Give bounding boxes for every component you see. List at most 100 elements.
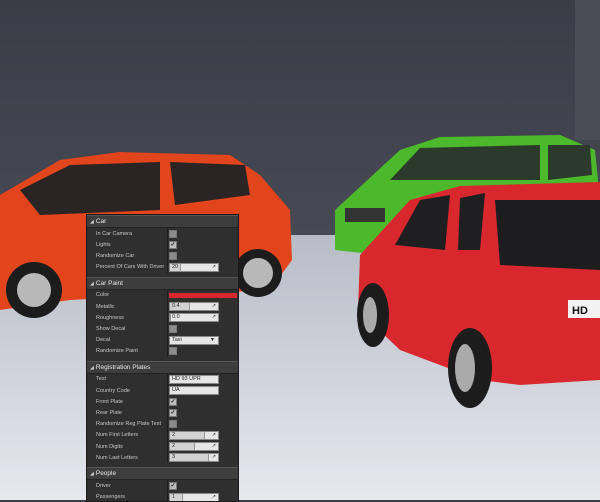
property-row-driver: Driver ✓ (87, 480, 238, 492)
number-slider-input[interactable]: 0.0 ↗ (169, 313, 219, 323)
section-title: Car Paint (95, 279, 123, 287)
column-divider[interactable] (167, 300, 168, 313)
property-label: Passengers (96, 494, 126, 501)
property-label: Percent Of Cars With Driver (96, 264, 165, 271)
column-divider[interactable] (167, 396, 168, 408)
section-title: People (95, 470, 117, 478)
collapse-triangle-icon[interactable]: ◢ (90, 365, 94, 371)
color-swatch[interactable] (169, 292, 237, 298)
collapse-triangle-icon[interactable]: ◢ (90, 219, 94, 225)
checkbox[interactable]: ✓ (169, 397, 177, 406)
column-divider[interactable] (167, 345, 168, 357)
property-row-num-digits: Num Digits 2 ↗ (87, 441, 238, 453)
number-value: 0.4 (172, 303, 180, 310)
number-value: 20 (172, 263, 179, 270)
property-label: Country Code (96, 387, 130, 394)
text-input[interactable]: UA (169, 386, 219, 396)
property-label: Show Decal (96, 325, 126, 332)
drag-arrows-icon[interactable]: ↗ (212, 264, 216, 271)
chevron-down-icon: ▼ (210, 336, 215, 343)
number-slider-input[interactable]: 1 ↗ (169, 492, 219, 501)
property-row-rear-plate: Rear Plate ✓ (87, 407, 238, 419)
property-label: In Car Camera (96, 230, 133, 237)
column-divider[interactable] (167, 250, 168, 262)
property-row-front-plate: Front Plate ✓ (87, 396, 238, 408)
collapse-triangle-icon[interactable]: ◢ (90, 471, 94, 477)
number-slider-input[interactable]: 20 ↗ (169, 262, 219, 272)
drag-arrows-icon[interactable]: ↗ (212, 303, 216, 310)
property-row-num-last-letters: Num Last Letters 3 ↗ (87, 452, 238, 464)
property-label: Metallic (96, 303, 115, 310)
number-value: 3 (172, 454, 176, 461)
section-header-car[interactable]: ◢ Car (87, 215, 238, 228)
property-row-metallic: Metallic 0.4 ↗ (87, 300, 238, 313)
property-label: Rear Plate (96, 410, 122, 417)
checkbox[interactable] (169, 420, 177, 429)
property-label: Text (96, 376, 107, 383)
column-divider[interactable] (167, 334, 168, 346)
drag-arrows-icon[interactable]: ↗ (212, 432, 216, 439)
column-divider[interactable] (167, 289, 168, 301)
number-slider-input[interactable]: 0.4 ↗ (169, 302, 219, 312)
column-divider[interactable] (167, 429, 168, 441)
property-row-num-first-letters: Num First Letters 2 ↗ (87, 429, 238, 441)
property-row-randomize-paint: Randomize Paint (87, 345, 238, 357)
property-label: Num Digits (96, 443, 123, 450)
checkbox[interactable]: ✓ (169, 409, 177, 418)
property-row-passengers: Passengers 1 ↗ (87, 491, 238, 501)
column-divider[interactable] (167, 239, 168, 251)
checkbox[interactable] (169, 347, 177, 356)
decal-dropdown[interactable]: Taxi ▼ (169, 335, 219, 345)
property-label: Driver (96, 482, 111, 489)
checkbox[interactable] (169, 251, 177, 260)
number-slider-input[interactable]: 2 ↗ (169, 430, 219, 440)
dropdown-value: Taxi (172, 336, 182, 343)
column-divider[interactable] (167, 452, 168, 464)
section-header-registration-plates[interactable]: ◢ Registration Plates (87, 360, 238, 374)
property-row-roughness: Roughness 0.0 ↗ (87, 312, 238, 324)
section-header-people[interactable]: ◢ People (87, 467, 238, 481)
column-divider[interactable] (167, 441, 168, 453)
property-row-color: Color (87, 289, 238, 301)
checkbox[interactable] (169, 324, 177, 333)
column-divider[interactable] (167, 312, 168, 324)
checkbox[interactable] (169, 229, 177, 238)
collapse-triangle-icon[interactable]: ◢ (90, 281, 94, 287)
column-divider[interactable] (167, 261, 168, 273)
property-label: Num Last Letters (96, 454, 138, 461)
column-divider[interactable] (167, 480, 168, 492)
column-divider[interactable] (167, 418, 168, 430)
column-divider[interactable] (167, 491, 168, 501)
property-label: Decal (96, 337, 111, 344)
checkbox[interactable]: ✓ (169, 481, 177, 490)
property-row-randomize-car: Randomize Car (87, 250, 238, 262)
checkbox[interactable]: ✓ (169, 240, 177, 249)
property-label: Randomize Car (96, 252, 135, 259)
column-divider[interactable] (167, 228, 168, 240)
column-divider[interactable] (167, 373, 168, 386)
column-divider[interactable] (167, 323, 168, 335)
number-slider-input[interactable]: 2 ↗ (169, 442, 219, 452)
column-divider[interactable] (167, 407, 168, 419)
number-value: 0.0 (172, 314, 180, 321)
property-row-in-car-camera: In Car Camera (87, 228, 238, 240)
drag-arrows-icon[interactable]: ↗ (212, 443, 216, 450)
property-row-lights: Lights ✓ (87, 239, 238, 251)
text-input[interactable]: HD 93 UPR (169, 374, 219, 384)
property-row-text: Text HD 93 UPR (87, 373, 238, 386)
property-label: Lights (96, 241, 111, 248)
column-divider[interactable] (167, 385, 168, 397)
number-value: 2 (172, 431, 176, 438)
property-row-randomize-reg-plate-text: Randomize Reg Plate Text (87, 418, 238, 430)
property-label: Num First Letters (96, 432, 139, 439)
drag-arrows-icon[interactable]: ↗ (212, 314, 216, 321)
drag-arrows-icon[interactable]: ↗ (212, 454, 216, 461)
property-row-percent-of-cars-with-driver: Percent Of Cars With Driver 20 ↗ (87, 261, 238, 273)
section-header-car-paint[interactable]: ◢ Car Paint (87, 276, 238, 290)
property-row-country-code: Country Code UA (87, 385, 238, 397)
property-label: Randomize Paint (96, 348, 138, 355)
number-value: 1 (172, 493, 176, 500)
section-title: Registration Plates (95, 363, 151, 371)
details-panel: ◢ Car In Car Camera Lights ✓ Randomize Car Per… (86, 214, 239, 502)
number-slider-input[interactable]: 3 ↗ (169, 453, 219, 463)
